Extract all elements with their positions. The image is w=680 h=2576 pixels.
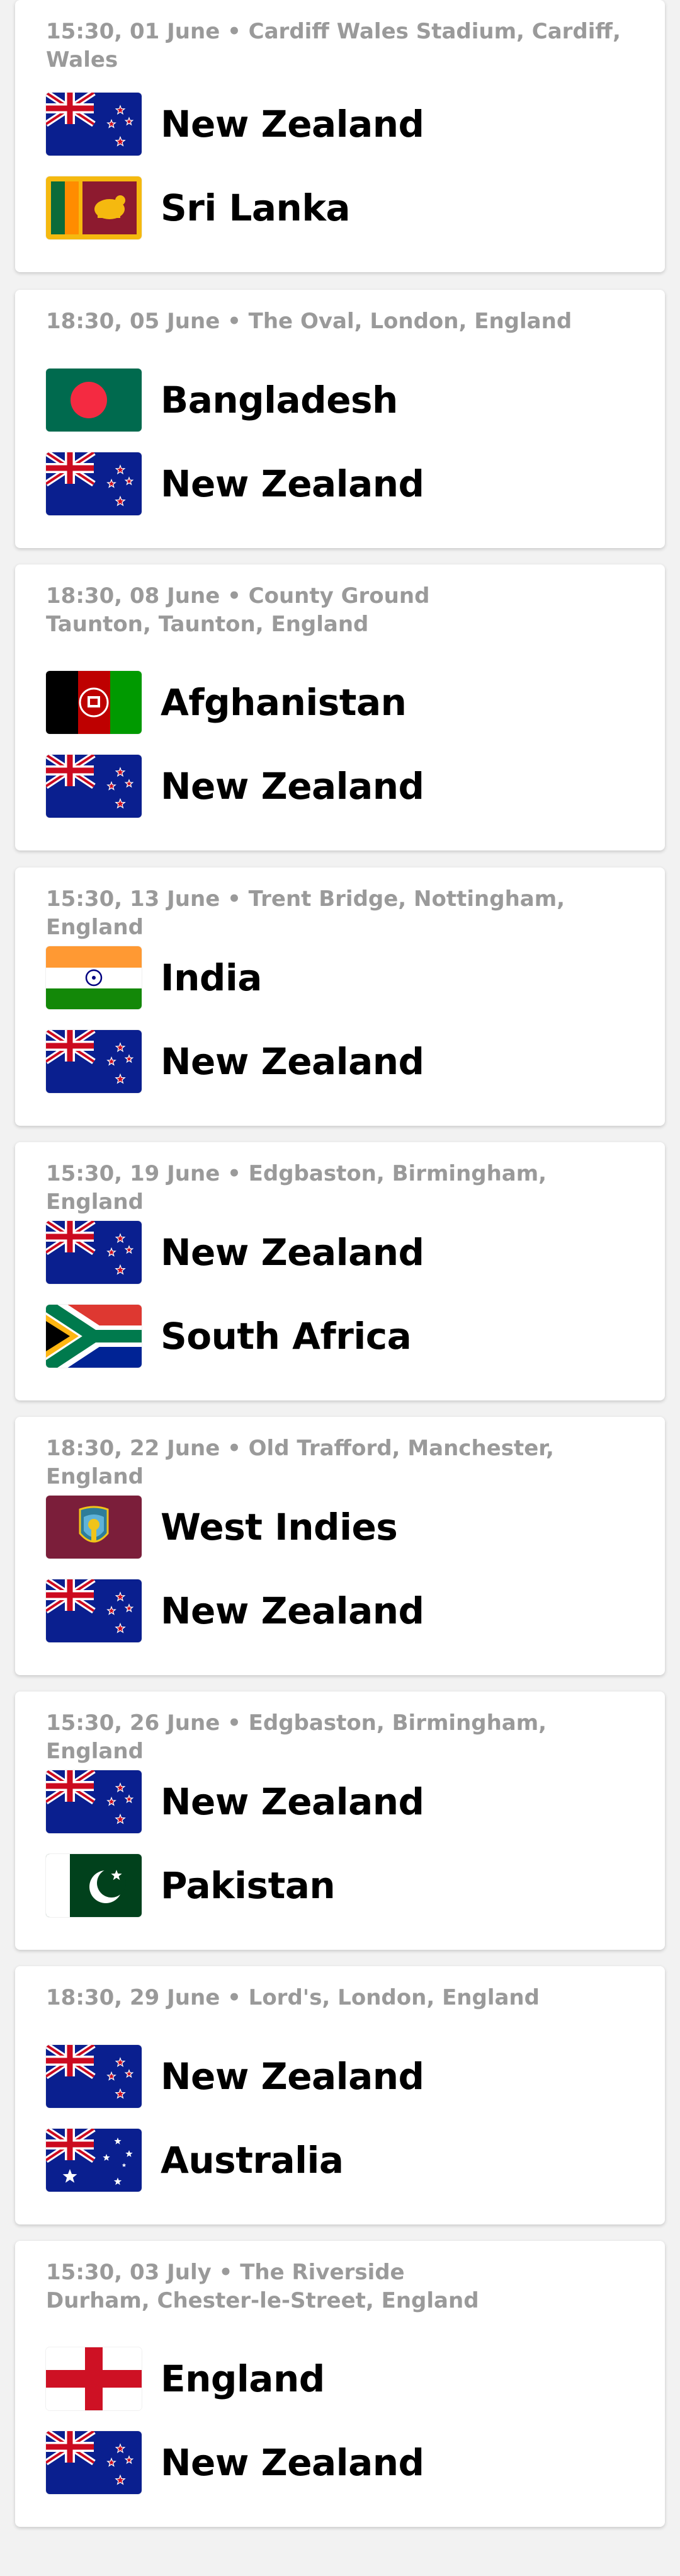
team-name: India [161,956,262,999]
team-row: Pakistan [46,1854,336,1917]
match-card[interactable]: 18:30, 22 June • Old Trafford, Mancheste… [15,1417,665,1675]
match-meta: 18:30, 29 June • Lord's, London, England [46,1985,540,2010]
team-row: India [46,946,262,1009]
south-africa-flag-icon [46,1305,142,1368]
team-name: New Zealand [161,2441,424,2484]
new-zealand-flag-icon [46,755,142,818]
new-zealand-flag-icon [46,2431,142,2494]
india-flag-icon [46,946,142,1009]
new-zealand-flag-icon [46,1030,142,1093]
team-name: West Indies [161,1506,398,1548]
pakistan-flag-icon [46,1854,142,1917]
match-meta: 15:30, 19 June • Edgbaston, Birmingham, … [46,1161,547,1215]
new-zealand-flag-icon [46,1770,142,1833]
team-name: New Zealand [161,1231,424,1274]
west-indies-flag-icon [46,1496,142,1559]
team-name: New Zealand [161,2055,424,2098]
team-row: Bangladesh [46,369,398,432]
australia-flag-icon [46,2129,142,2192]
new-zealand-flag-icon [46,1221,142,1284]
team-row: England [46,2347,325,2410]
match-meta: 15:30, 03 July • The Riverside Durham, C… [46,2260,479,2313]
team-row: West Indies [46,1496,398,1559]
match-meta: 15:30, 01 June • Cardiff Wales Stadium, … [46,19,621,72]
match-card[interactable]: 15:30, 19 June • Edgbaston, Birmingham, … [15,1142,665,1400]
match-card[interactable]: 18:30, 05 June • The Oval, London, Engla… [15,290,665,548]
team-name: Bangladesh [161,379,398,421]
match-card[interactable]: 18:30, 08 June • County Ground Taunton, … [15,564,665,850]
match-card[interactable]: 15:30, 26 June • Edgbaston, Birmingham, … [15,1692,665,1950]
team-name: New Zealand [161,1780,424,1823]
team-name: England [161,2357,325,2400]
new-zealand-flag-icon [46,2045,142,2108]
team-row: Sri Lanka [46,176,351,239]
team-row: New Zealand [46,1579,424,1642]
match-meta: 15:30, 13 June • Trent Bridge, Nottingha… [46,886,565,940]
bangladesh-flag-icon [46,369,142,432]
match-card[interactable]: 15:30, 01 June • Cardiff Wales Stadium, … [15,0,665,272]
match-card[interactable]: 15:30, 13 June • Trent Bridge, Nottingha… [15,867,665,1126]
team-name: New Zealand [161,103,424,146]
team-name: South Africa [161,1315,412,1358]
new-zealand-flag-icon [46,93,142,156]
team-row: New Zealand [46,452,424,515]
team-row: New Zealand [46,1221,424,1284]
team-name: Pakistan [161,1864,336,1907]
team-row: Afghanistan [46,671,407,734]
team-name: New Zealand [161,1040,424,1083]
team-name: Sri Lanka [161,186,351,229]
team-row: New Zealand [46,93,424,156]
new-zealand-flag-icon [46,452,142,515]
team-row: New Zealand [46,2431,424,2494]
team-row: South Africa [46,1305,412,1368]
match-meta: 15:30, 26 June • Edgbaston, Birmingham, … [46,1710,547,1764]
team-row: Australia [46,2129,344,2192]
team-row: New Zealand [46,1030,424,1093]
team-row: New Zealand [46,755,424,818]
match-meta: 18:30, 08 June • County Ground Taunton, … [46,583,430,637]
team-name: Afghanistan [161,681,407,724]
team-row: New Zealand [46,2045,424,2108]
sri-lanka-flag-icon [46,176,142,239]
match-card[interactable]: 15:30, 03 July • The Riverside Durham, C… [15,2241,665,2527]
afghanistan-flag-icon [46,671,142,734]
team-name: Australia [161,2139,344,2182]
match-meta: 18:30, 22 June • Old Trafford, Mancheste… [46,1436,554,1489]
england-flag-icon [46,2347,142,2410]
match-meta: 18:30, 05 June • The Oval, London, Engla… [46,309,572,334]
team-name: New Zealand [161,462,424,505]
team-name: New Zealand [161,1589,424,1632]
match-card[interactable]: 18:30, 29 June • Lord's, London, England… [15,1966,665,2224]
team-row: New Zealand [46,1770,424,1833]
team-name: New Zealand [161,765,424,808]
new-zealand-flag-icon [46,1579,142,1642]
